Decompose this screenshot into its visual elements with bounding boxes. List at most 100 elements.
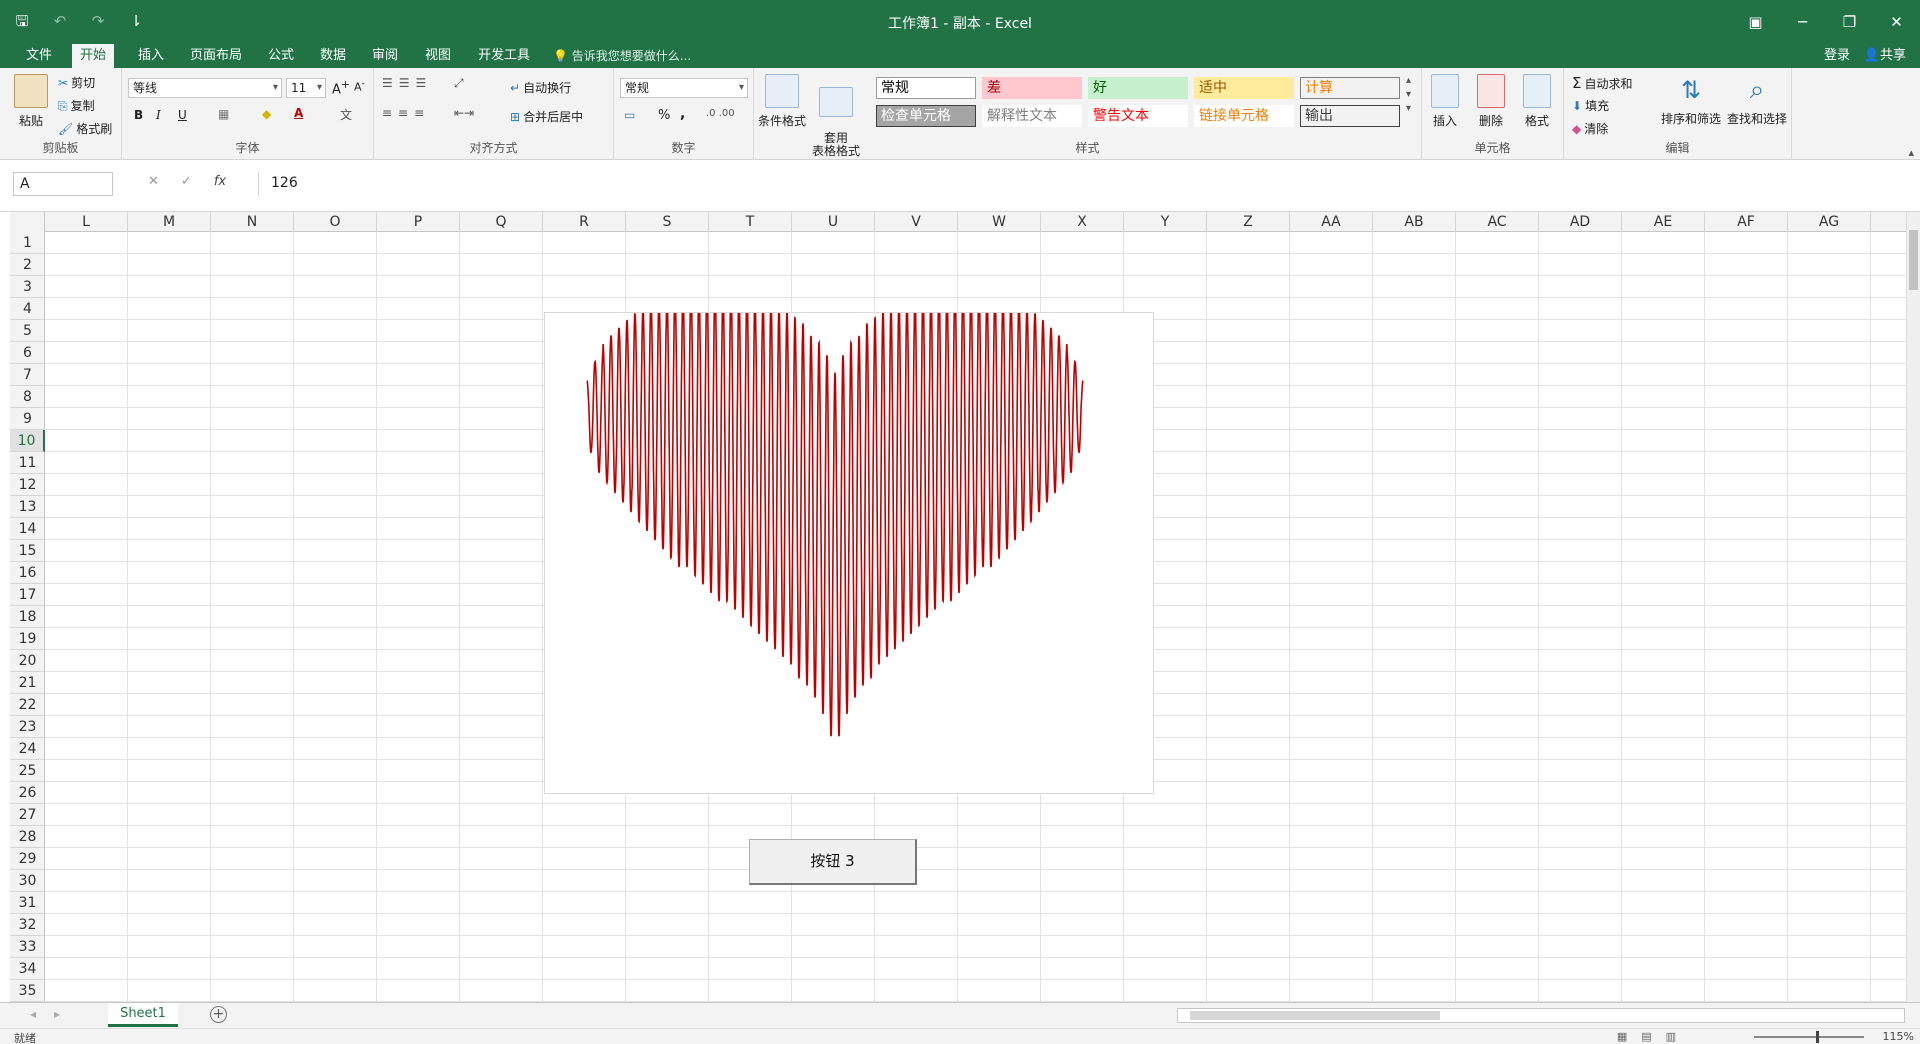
paste-button[interactable]: 粘贴 (6, 70, 56, 129)
cell-style-option[interactable]: 解释性文本 (982, 105, 1082, 127)
phonetic-icon[interactable]: 文 (340, 106, 352, 123)
cancel-formula-icon[interactable]: ✕ (148, 174, 159, 189)
row-header[interactable]: 19 (10, 628, 45, 650)
tab-data[interactable]: 数据 (312, 44, 354, 68)
row-header[interactable]: 21 (10, 672, 45, 694)
close-button[interactable]: ✕ (1873, 0, 1920, 44)
row-header[interactable]: 23 (10, 716, 45, 738)
row-header[interactable]: 10 (10, 430, 45, 452)
sheet-nav-arrows[interactable]: ◂▸ (30, 1007, 78, 1021)
fill-color-icon[interactable]: ◆ (262, 107, 271, 121)
column-header[interactable]: AD (1539, 212, 1622, 232)
row-header[interactable]: 17 (10, 584, 45, 606)
row-header[interactable]: 3 (10, 276, 45, 298)
merge-center-button[interactable]: ⊞ 合并后居中 (510, 108, 583, 125)
font-size-select[interactable]: 11 (286, 78, 326, 98)
column-header[interactable]: N (211, 212, 294, 232)
form-control-button[interactable]: 按钮 3 (749, 839, 917, 885)
minimize-button[interactable]: ─ (1779, 0, 1826, 44)
column-header[interactable]: W (958, 212, 1041, 232)
column-header[interactable]: S (626, 212, 709, 232)
insert-cells-button[interactable]: 插入 (1422, 70, 1468, 129)
enter-formula-icon[interactable]: ✓ (181, 174, 192, 189)
sort-filter-button[interactable]: ⇅ 排序和筛选 (1658, 70, 1724, 127)
cell-style-option[interactable]: 计算 (1300, 77, 1400, 99)
restore-button[interactable]: ❐ (1826, 0, 1873, 44)
borders-icon[interactable]: ▦ (218, 107, 229, 121)
row-header[interactable]: 24 (10, 738, 45, 760)
row-header[interactable]: 26 (10, 782, 45, 804)
autosum-button[interactable]: Σ 自动求和 (1572, 74, 1633, 92)
number-format-select[interactable]: 常规 (620, 78, 748, 98)
wrap-text-button[interactable]: ↵ 自动换行 (510, 79, 571, 96)
increase-font-icon[interactable]: A+ (332, 78, 350, 97)
font-color-icon[interactable]: A (294, 106, 303, 120)
prev-sheet-icon[interactable]: ◂ (30, 1007, 54, 1021)
cell-style-option[interactable]: 输出 (1300, 105, 1400, 127)
gallery-scroll-icon[interactable]: ▴ ▾ ▾ (1406, 74, 1411, 116)
bold-button[interactable]: B (134, 108, 143, 122)
row-header[interactable]: 12 (10, 474, 45, 496)
conditional-format-button[interactable]: 条件格式 (756, 70, 808, 129)
ribbon-display-options-icon[interactable]: ▣ (1732, 0, 1779, 44)
row-header[interactable]: 5 (10, 320, 45, 342)
underline-button[interactable]: U (178, 108, 187, 122)
row-header[interactable]: 32 (10, 914, 45, 936)
add-sheet-icon[interactable]: + (210, 1006, 227, 1023)
column-header[interactable]: U (792, 212, 875, 232)
currency-icon[interactable]: ▭ (624, 108, 635, 122)
row-header[interactable]: 22 (10, 694, 45, 716)
decimal-icons[interactable]: .0 .00 (706, 108, 735, 119)
view-mode-icons[interactable]: ▦▤▥ (1617, 1030, 1690, 1043)
row-header[interactable]: 33 (10, 936, 45, 958)
sign-in-link[interactable]: 登录 (1824, 44, 1850, 68)
column-header[interactable]: M (128, 212, 211, 232)
row-header[interactable]: 35 (10, 980, 45, 1002)
orientation-icon[interactable]: ⤢ (454, 76, 464, 91)
tab-formulas[interactable]: 公式 (260, 44, 302, 68)
row-header[interactable]: 6 (10, 342, 45, 364)
row-header[interactable]: 25 (10, 760, 45, 782)
tab-page-layout[interactable]: 页面布局 (182, 44, 250, 68)
row-header[interactable]: 4 (10, 298, 45, 320)
horizontal-align-icons[interactable]: ≡≡≡ (382, 106, 430, 120)
share-button[interactable]: 👤共享 (1864, 44, 1906, 68)
cell-style-option[interactable]: 好 (1088, 77, 1188, 99)
vertical-scroll-thumb[interactable] (1909, 230, 1918, 290)
row-header[interactable]: 1 (10, 232, 45, 254)
vertical-align-icons[interactable]: ☰☰☰ (382, 76, 432, 90)
find-select-button[interactable]: ⌕ 查找和选择 (1724, 70, 1790, 127)
horizontal-scroll-thumb[interactable] (1190, 1011, 1440, 1020)
collapse-ribbon-icon[interactable]: ▴ (1908, 146, 1914, 159)
comma-button[interactable]: , (680, 106, 685, 122)
row-header[interactable]: 27 (10, 804, 45, 826)
tab-file[interactable]: 文件 (18, 44, 60, 68)
cell-style-option[interactable]: 适中 (1194, 77, 1294, 99)
cell-style-option[interactable]: 检查单元格 (876, 105, 976, 127)
font-name-select[interactable]: 等线 (128, 78, 282, 98)
tell-me-search[interactable]: 💡 告诉我您想要做什么... (553, 44, 691, 68)
column-header[interactable]: X (1041, 212, 1124, 232)
sheet-tab-sheet1[interactable]: Sheet1 (108, 1003, 178, 1027)
column-header[interactable]: A (1871, 212, 1910, 232)
column-header[interactable]: Y (1124, 212, 1207, 232)
cell-style-option[interactable]: 链接单元格 (1194, 105, 1294, 127)
format-cells-button[interactable]: 格式 (1514, 70, 1560, 129)
heart-chart[interactable] (544, 312, 1154, 794)
cell-style-option[interactable]: 警告文本 (1088, 105, 1188, 127)
insert-function-icon[interactable]: fx (214, 174, 226, 189)
tab-home[interactable]: 开始 (72, 44, 115, 68)
copy-button[interactable]: ⎘ 复制 (58, 97, 95, 114)
column-header[interactable]: AB (1373, 212, 1456, 232)
percent-button[interactable]: % (658, 108, 670, 123)
column-header[interactable]: AA (1290, 212, 1373, 232)
row-header[interactable]: 29 (10, 848, 45, 870)
indent-icons[interactable]: ⇤⇥ (454, 106, 474, 120)
column-header[interactable]: Q (460, 212, 543, 232)
name-box[interactable]: A (13, 172, 113, 196)
cut-button[interactable]: ✂ 剪切 (58, 74, 95, 91)
tab-view[interactable]: 视图 (417, 44, 459, 68)
format-painter-button[interactable]: 🖌 格式刷 (58, 120, 112, 137)
select-all-corner[interactable] (10, 212, 45, 232)
clear-button[interactable]: ◆ 清除 (1572, 120, 1608, 137)
